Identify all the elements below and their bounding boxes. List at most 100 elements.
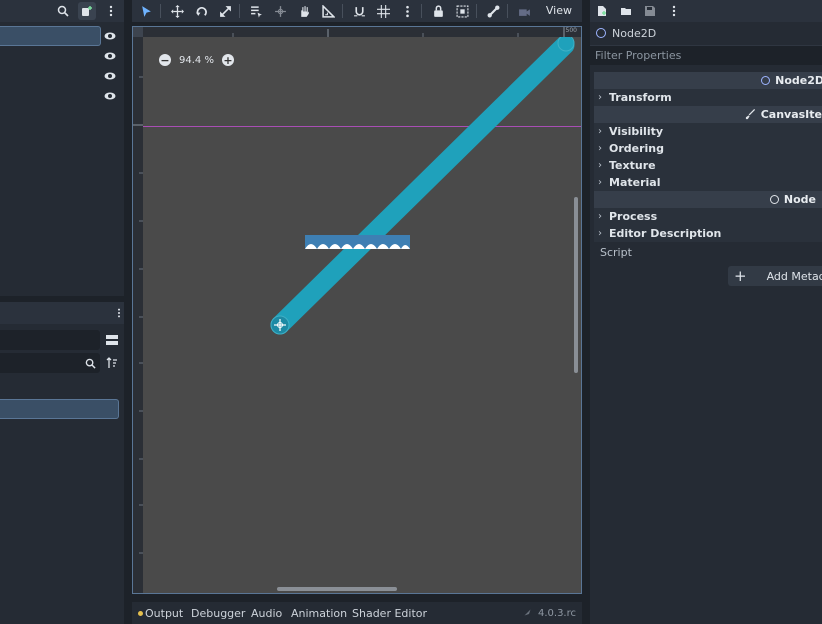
scene-tree-row[interactable] <box>0 46 124 66</box>
chevron-right-icon: › <box>598 228 602 239</box>
new-resource-icon[interactable] <box>594 3 610 19</box>
section-visibility[interactable]: › Visibility <box>594 123 822 140</box>
add-metadata-button[interactable]: + Add Metada <box>728 266 822 286</box>
section-material[interactable]: › Material <box>594 174 822 191</box>
scene-dock <box>0 0 124 624</box>
tab-audio[interactable]: Audio <box>251 602 282 624</box>
category-canvas-item: CanvasIte <box>594 106 822 123</box>
file-item-selected[interactable] <box>0 399 119 419</box>
zoom-out-icon[interactable]: − <box>159 54 171 66</box>
open-folder-icon[interactable] <box>618 3 634 19</box>
brush-icon <box>745 109 755 120</box>
more-icon[interactable] <box>397 1 417 21</box>
pan-icon[interactable] <box>294 1 314 21</box>
separator <box>239 4 240 18</box>
ruler-horizontal[interactable]: 500 <box>133 27 581 37</box>
split-mode-icon[interactable] <box>105 333 119 347</box>
section-transform[interactable]: › Transform <box>594 89 822 106</box>
sort-icon[interactable] <box>105 356 119 370</box>
node2d-icon <box>761 76 771 85</box>
node2d-icon <box>596 28 606 38</box>
list-select-icon[interactable] <box>246 1 266 21</box>
canvas-viewport[interactable]: 500 − 94.4 % + <box>132 26 582 594</box>
pivot-icon[interactable] <box>270 1 290 21</box>
separator <box>507 4 508 18</box>
chevron-right-icon: › <box>598 143 602 154</box>
script-property-label: Script <box>600 246 632 259</box>
scene-drawing <box>270 37 575 335</box>
inspector-dock: Node2D Filter Properties Node2D › Transfo… <box>590 0 822 624</box>
view-menu[interactable]: View <box>546 0 572 22</box>
section-editor-description[interactable]: › Editor Description <box>594 225 822 242</box>
scale-tool-icon[interactable] <box>215 1 235 21</box>
output-notification-dot <box>138 611 143 616</box>
horizontal-scrollbar[interactable] <box>277 587 397 591</box>
search-icon[interactable] <box>54 2 72 20</box>
dock-gap <box>582 0 590 624</box>
override-camera-icon[interactable] <box>514 1 534 21</box>
bottom-panel-tabs: Output Debugger Audio Animation Shader E… <box>132 602 582 624</box>
move-tool-icon[interactable] <box>167 1 187 21</box>
instance-scene-icon[interactable] <box>78 2 96 20</box>
zoom-level[interactable]: 94.4 % <box>179 55 214 66</box>
ruler-corner <box>133 27 143 37</box>
separator <box>160 4 161 18</box>
save-icon[interactable] <box>642 3 658 19</box>
zoom-controls: − 94.4 % + <box>159 51 234 69</box>
chevron-right-icon: › <box>598 92 602 103</box>
tab-output[interactable]: Output <box>138 602 183 624</box>
section-process[interactable]: › Process <box>594 208 822 225</box>
category-node: Node <box>594 191 822 208</box>
search-icon <box>83 356 97 370</box>
canvas-area[interactable]: − 94.4 % + <box>143 37 581 593</box>
select-tool-icon[interactable] <box>136 1 156 21</box>
lock-icon[interactable] <box>428 1 448 21</box>
path-field[interactable] <box>0 330 100 350</box>
more-options-icon[interactable] <box>666 3 682 19</box>
eye-icon[interactable] <box>104 50 116 62</box>
skeleton-icon[interactable] <box>483 1 503 21</box>
plus-icon: + <box>734 267 747 285</box>
chevron-right-icon: › <box>598 211 602 222</box>
filter-properties-input[interactable]: Filter Properties <box>590 45 822 65</box>
separator <box>342 4 343 18</box>
section-ordering[interactable]: › Ordering <box>594 140 822 157</box>
canvas-toolbar: View <box>132 0 582 22</box>
separator <box>476 4 477 18</box>
chevron-right-icon: › <box>598 160 602 171</box>
filesystem-dock <box>0 302 124 624</box>
tab-animation[interactable]: Animation <box>291 602 347 624</box>
vertical-scrollbar[interactable] <box>574 197 578 373</box>
wave-sprite[interactable] <box>305 235 410 249</box>
line2d-highlight <box>270 37 575 335</box>
chevron-right-icon: › <box>598 177 602 188</box>
node-icon <box>769 195 779 204</box>
tab-shader-editor[interactable]: Shader Editor <box>352 602 427 624</box>
section-texture[interactable]: › Texture <box>594 157 822 174</box>
selection-highlight <box>0 26 101 46</box>
eye-icon[interactable] <box>104 70 116 82</box>
ruler-vertical[interactable] <box>133 27 143 593</box>
zoom-in-icon[interactable]: + <box>221 54 234 66</box>
chevron-right-icon: › <box>598 126 602 137</box>
object-name: Node2D <box>612 26 657 40</box>
eye-icon[interactable] <box>104 90 116 102</box>
eye-icon[interactable] <box>104 30 116 42</box>
scene-dock-toolbar <box>0 0 124 22</box>
tab-debugger[interactable]: Debugger <box>191 602 245 624</box>
category-node2d: Node2D <box>594 72 822 89</box>
ruler-icon[interactable] <box>318 1 338 21</box>
rotate-tool-icon[interactable] <box>191 1 211 21</box>
version-label: 4.0.3.rc <box>523 602 576 624</box>
inspected-object[interactable]: Node2D <box>590 24 822 42</box>
group-icon[interactable] <box>452 1 472 21</box>
ruler-label: 500 <box>565 27 577 34</box>
scene-tree-row[interactable] <box>0 86 124 106</box>
dock-gap <box>124 0 132 624</box>
smart-snap-icon[interactable] <box>349 1 369 21</box>
grid-snap-icon[interactable] <box>373 1 393 21</box>
scene-tree-row[interactable] <box>0 66 124 86</box>
more-options-icon[interactable] <box>102 2 120 20</box>
separator <box>421 4 422 18</box>
scene-tree-row[interactable] <box>0 26 124 46</box>
